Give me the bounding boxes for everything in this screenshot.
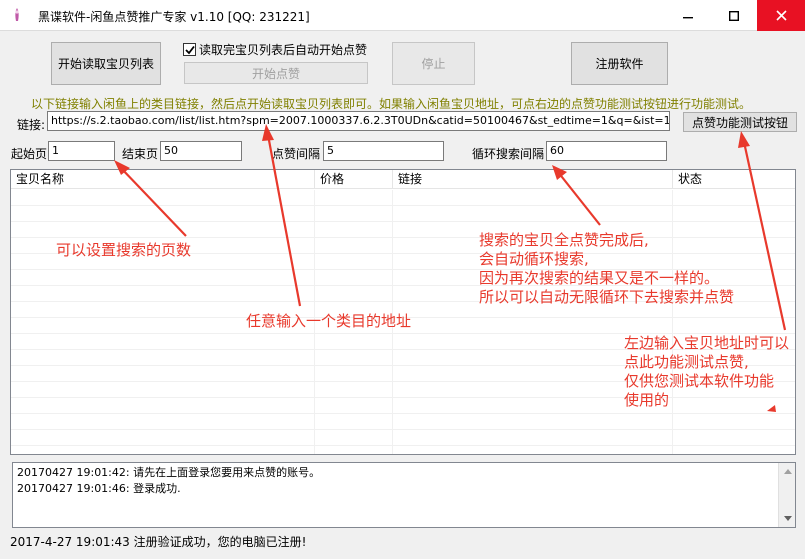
arrow-head xyxy=(738,131,750,148)
arrow-to-test-button xyxy=(742,141,787,331)
arrow-head xyxy=(262,124,274,141)
arrow-to-loop-interval xyxy=(557,171,601,226)
arrow-to-start-page xyxy=(119,166,187,237)
arrow-head xyxy=(552,165,567,180)
annotation-arrows xyxy=(114,124,787,412)
arrow-fragment xyxy=(767,405,776,412)
arrow-to-link-input xyxy=(266,134,302,307)
arrow-head xyxy=(114,160,130,175)
